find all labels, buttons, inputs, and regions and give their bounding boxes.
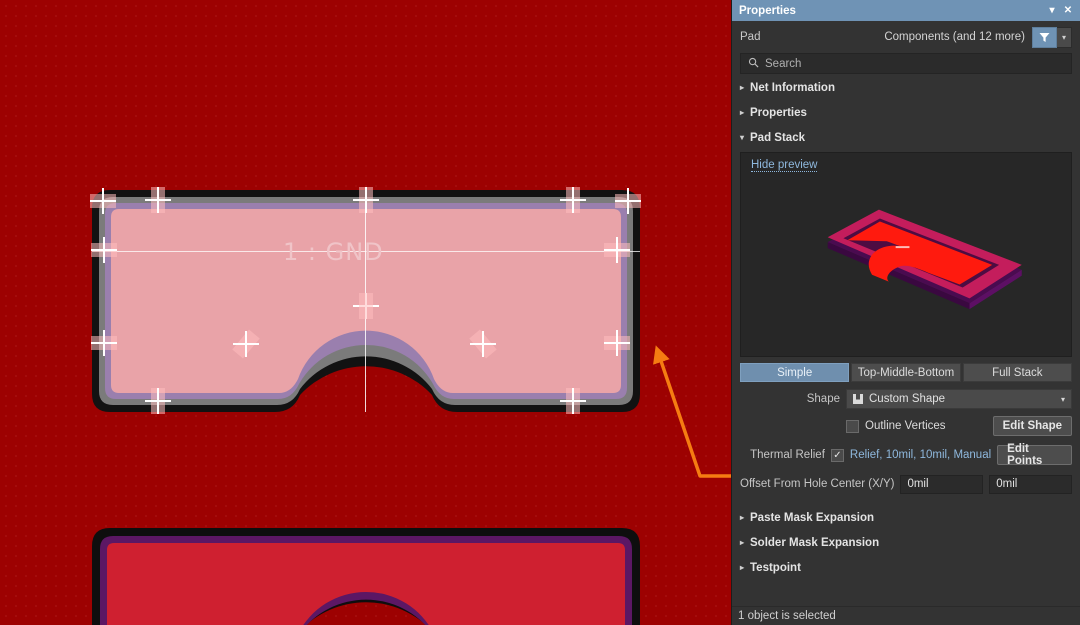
section-label: Paste Mask Expansion [750,511,875,524]
vertex-highlight [91,336,117,350]
thermal-relief-value[interactable]: Relief, 10mil, 10mil, Manual [850,449,991,461]
section-paste-mask-expansion[interactable]: ▸ Paste Mask Expansion [740,506,1072,529]
offset-x-input[interactable]: 0mil [900,474,984,494]
vertex-highlight [604,336,630,350]
panel-titlebar[interactable]: Properties ▾ ✕ [732,0,1080,21]
section-label: Solder Mask Expansion [750,536,880,549]
properties-panel: Properties ▾ ✕ Pad Components (and 12 mo… [731,0,1080,625]
shape-dropdown[interactable]: Custom Shape ▾ [846,389,1072,409]
section-net-information[interactable]: ▸ Net Information [740,76,1072,99]
chevron-right-icon: ▸ [740,562,745,572]
section-testpoint[interactable]: ▸ Testpoint [740,556,1072,579]
vertex-highlight [566,388,580,414]
search-icon [748,57,759,71]
panel-body: Pad Components (and 12 more) ▾ Search ▸ … [732,21,1080,606]
thermal-relief-row: Thermal Relief ✓ Relief, 10mil, 10mil, M… [740,443,1072,467]
vertex-highlight [91,243,117,257]
tab-full-stack[interactable]: Full Stack [962,363,1072,382]
panel-title: Properties [739,4,796,17]
shape-row: Shape Custom Shape ▾ [740,389,1072,409]
vertex-highlight [604,243,630,257]
adjacent-pad-copper [107,543,625,625]
edit-points-button[interactable]: Edit Points [997,443,1072,467]
adjacent-pad[interactable] [92,528,640,625]
chevron-right-icon: ▸ [740,107,745,117]
search-input[interactable]: Search [740,53,1072,74]
offset-y-input[interactable]: 0mil [989,474,1073,494]
outline-vertices-label: Outline Vertices [865,420,946,432]
outline-vertices-row: Outline Vertices Edit Shape [740,416,1072,436]
object-scope-label: Components (and 12 more) [884,31,1025,43]
status-bar: 1 object is selected [732,606,1080,625]
funnel-icon[interactable] [1032,26,1057,48]
section-properties[interactable]: ▸ Properties [740,101,1072,124]
outline-vertices-checkbox[interactable] [846,419,859,433]
tab-top-middle-bottom[interactable]: Top-Middle-Bottom [851,363,961,382]
object-kind-label: Pad [740,31,761,43]
vertex-highlight [151,187,165,213]
pcb-editor-canvas[interactable]: 1 : GND [0,0,731,625]
vertex-highlight [615,194,641,208]
edit-shape-button[interactable]: Edit Shape [992,416,1072,436]
pad-stack-mode-tabs: Simple Top-Middle-Bottom Full Stack [740,363,1072,382]
chevron-right-icon: ▸ [740,512,745,522]
chevron-right-icon: ▸ [740,82,745,92]
thermal-relief-checkbox[interactable]: ✓ [830,448,844,462]
shape-value: Custom Shape [869,393,946,405]
thermal-relief-label: Thermal Relief [750,449,825,461]
vertex-highlight [90,194,116,208]
status-text: 1 object is selected [738,610,836,622]
search-placeholder: Search [765,57,802,70]
chevron-right-icon: ▸ [740,537,745,547]
section-pad-stack[interactable]: ▾ Pad Stack [740,126,1072,149]
filter-dropdown-button[interactable]: ▾ [1057,26,1072,48]
section-label: Pad Stack [750,131,805,144]
pad-designator-label: 1 : GND [283,238,384,266]
custom-shape-icon [853,394,863,404]
section-label: Net Information [750,81,835,94]
offset-label: Offset From Hole Center (X/Y) [740,478,895,490]
tab-simple[interactable]: Simple [740,363,850,382]
collapse-icon[interactable]: ▾ [1044,3,1060,19]
vertex-highlight [359,187,373,213]
offset-from-hole-center-row: Offset From Hole Center (X/Y) 0mil 0mil [740,474,1073,494]
chevron-down-icon: ▾ [740,132,745,142]
vertex-highlight [359,293,373,319]
chevron-down-icon: ▾ [1060,394,1065,404]
pad-3d-preview[interactable]: Hide preview [740,152,1072,357]
section-solder-mask-expansion[interactable]: ▸ Solder Mask Expansion [740,531,1072,554]
pad-3d-render [827,209,1022,310]
vertex-highlight [566,187,580,213]
section-label: Testpoint [750,561,801,574]
vertex-highlight [151,388,165,414]
shape-label: Shape [806,393,840,405]
application-window: 1 : GND Properties ▾ ✕ Pad Components (a… [0,0,1080,625]
section-label: Properties [750,106,807,119]
object-scope-row: Pad Components (and 12 more) ▾ [740,23,1072,51]
close-icon[interactable]: ✕ [1060,3,1076,19]
